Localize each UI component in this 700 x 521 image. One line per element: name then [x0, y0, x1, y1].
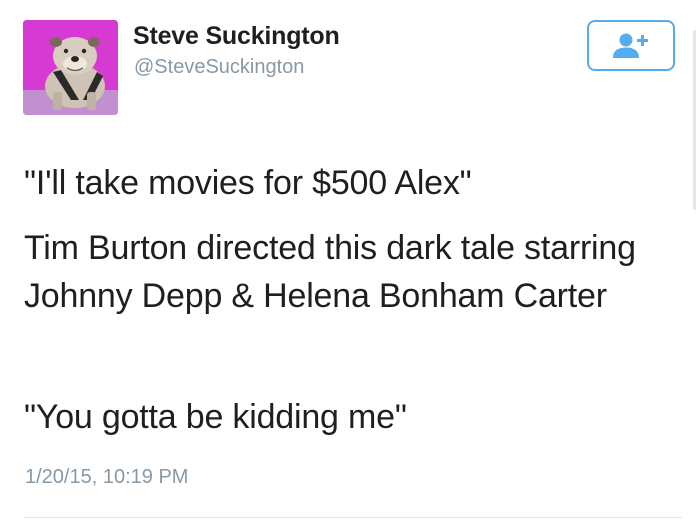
divider: [24, 517, 682, 518]
tweet-text-line: "You gotta be kidding me": [24, 398, 407, 436]
scrollbar[interactable]: [693, 30, 696, 210]
bulldog-avatar-icon: [23, 20, 118, 115]
user-handle[interactable]: @SteveSuckington: [134, 56, 304, 79]
tweet-timestamp[interactable]: 1/20/15, 10:19 PM: [25, 466, 188, 489]
tweet-text-line: Tim Burton directed this dark tale starr…: [24, 229, 636, 315]
tweet-text-line: "I'll take movies for $500 Alex": [24, 164, 472, 202]
avatar[interactable]: [23, 20, 118, 115]
follow-user-plus-icon: [613, 33, 648, 58]
display-name[interactable]: Steve Suckington: [133, 22, 340, 51]
follow-button[interactable]: [587, 20, 675, 71]
tweet-card: Steve Suckington @SteveSuckington "I'll …: [0, 0, 700, 521]
